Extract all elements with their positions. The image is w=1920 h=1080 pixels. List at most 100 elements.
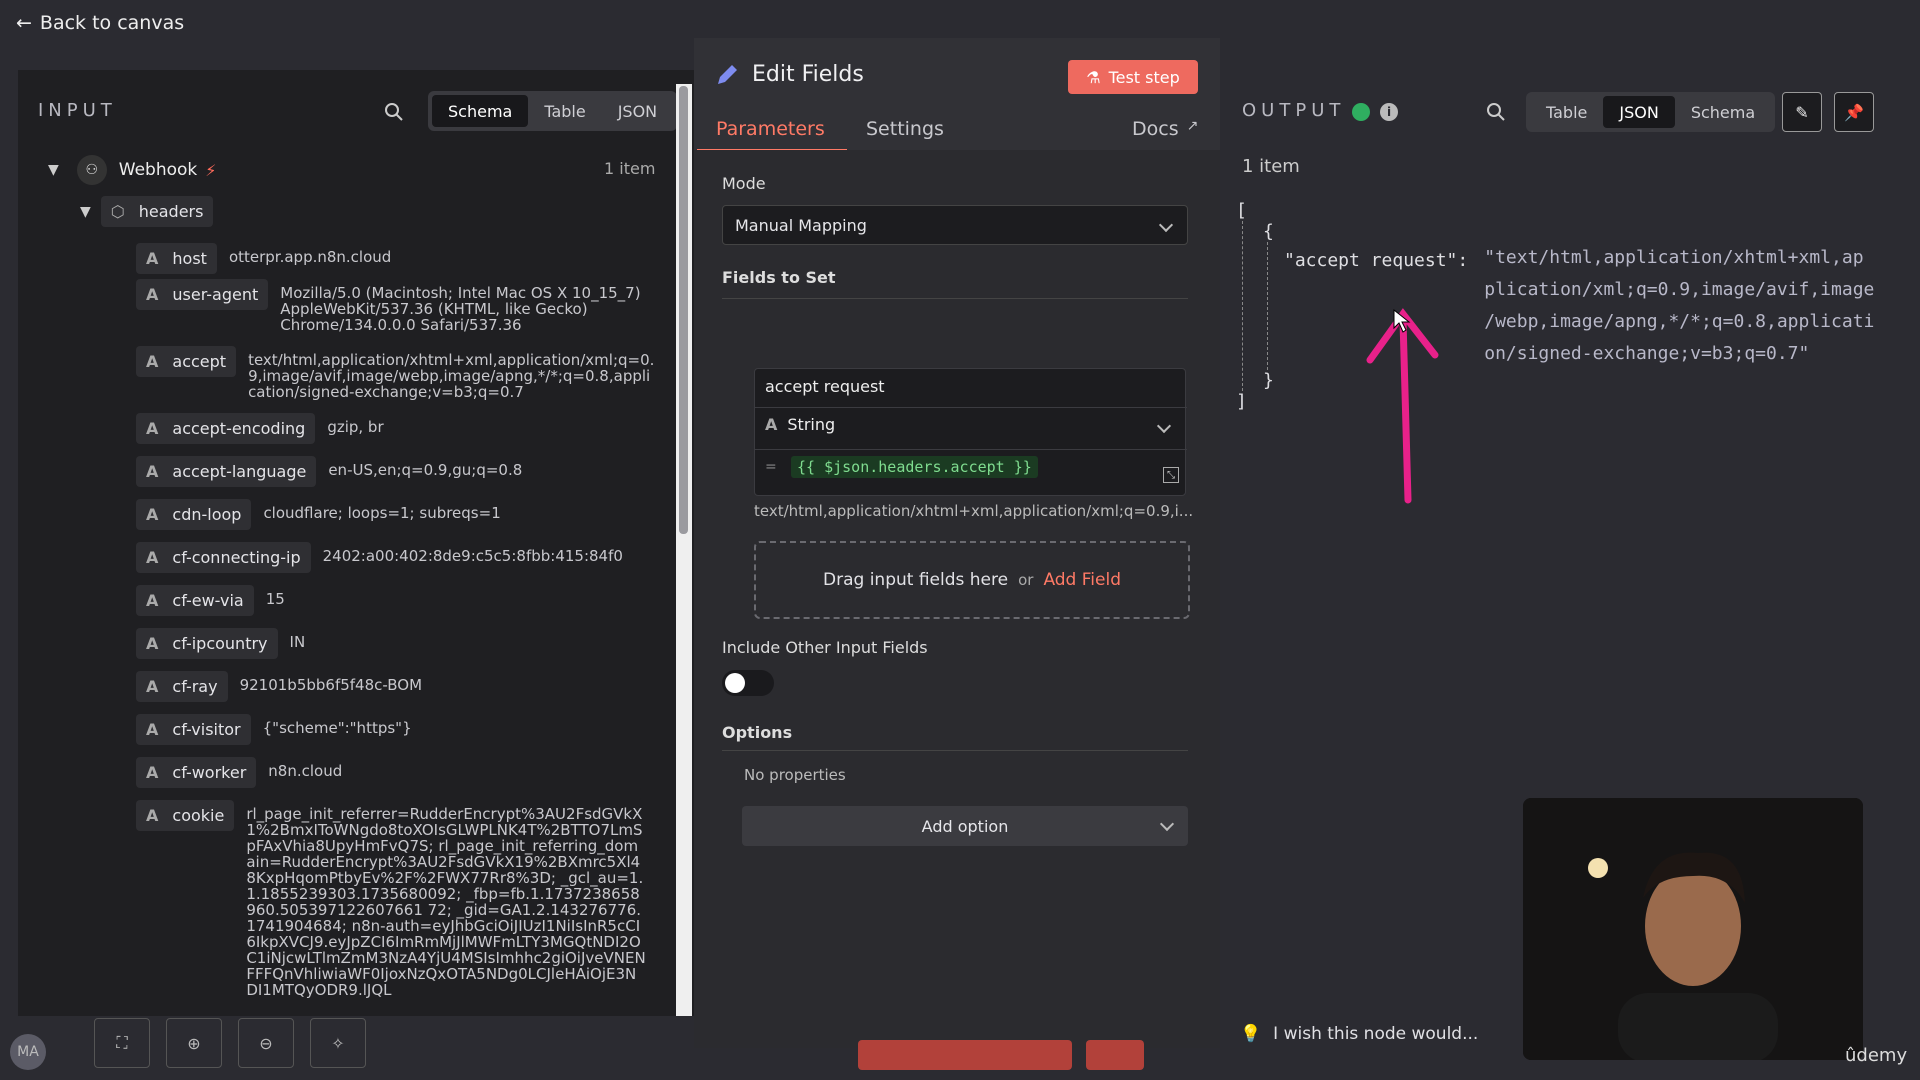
field-row[interactable]: Aaccept-encoding gzip, br (136, 413, 384, 444)
mode-select[interactable]: Manual Mapping (722, 205, 1188, 245)
field-pill[interactable]: Acf-visitor (136, 714, 251, 745)
field-value: text/html,application/xhtml+xml,applicat… (248, 351, 655, 401)
docs-label: Docs (1132, 118, 1179, 140)
field-key: cf-ray (172, 677, 218, 696)
field-value-expression[interactable]: {{ $json.headers.accept }} (791, 456, 1038, 478)
field-row[interactable]: Ahost otterpr.app.n8n.cloud (136, 243, 391, 274)
check-circle-icon (1352, 103, 1370, 121)
field-key: cf-connecting-ip (172, 548, 301, 567)
json-value-line: plication/xml;q=0.9,image/avif,image (1484, 279, 1875, 300)
broom-icon: ✧ (331, 1033, 345, 1053)
field-pill[interactable]: Auser-agent (136, 279, 269, 310)
field-row[interactable]: Auser-agent Mozilla/5.0 (Macintosh; Inte… (136, 279, 660, 333)
field-pill[interactable]: Acf-ew-via (136, 585, 254, 616)
field-pill[interactable]: Acf-worker (136, 757, 257, 788)
panel-header: Edit Fields ⚗ Test step Parameters Setti… (694, 38, 1220, 152)
zoom-in-icon: ⊕ (187, 1033, 201, 1053)
chevron-down-icon[interactable]: ▼ (80, 204, 91, 220)
field-row[interactable]: Acf-worker n8n.cloud (136, 757, 342, 788)
add-field-link[interactable]: Add Field (1043, 570, 1121, 590)
cursor-icon (1393, 308, 1411, 333)
string-type-icon: A (146, 505, 159, 524)
field-pill[interactable]: Aaccept (136, 346, 237, 377)
field-row[interactable]: Aaccept text/html,application/xhtml+xml,… (136, 346, 658, 400)
dropzone-text: Drag input fields here (823, 570, 1009, 590)
zoom-in-button[interactable]: ⊕ (166, 1018, 222, 1068)
field-key: accept-language (172, 462, 307, 481)
field-row[interactable]: Acookie rl_page_init_referrer=RudderEncr… (136, 800, 646, 998)
headers-pill[interactable]: ⬡ headers (100, 196, 214, 227)
back-to-canvas-button[interactable]: ← Back to canvas (16, 12, 184, 34)
tab-json[interactable]: JSON (1603, 96, 1675, 128)
field-key: cookie (172, 806, 225, 825)
output-title: OUTPUT (1242, 100, 1346, 121)
field-pill[interactable]: Acookie (136, 800, 235, 831)
search-icon[interactable] (1486, 102, 1506, 122)
field-pill[interactable]: Acdn-loop (136, 499, 252, 530)
tab-table[interactable]: Table (528, 95, 601, 127)
include-other-fields-toggle[interactable] (722, 670, 774, 696)
headers-group-row[interactable]: ▼ ⬡ headers (80, 196, 214, 227)
field-value: rl_page_init_referrer=RudderEncrypt%3AU2… (246, 805, 646, 999)
tab-schema[interactable]: Schema (1675, 96, 1771, 128)
zoom-out-icon: ⊖ (259, 1033, 273, 1053)
string-type-icon: A (146, 352, 159, 371)
string-type-icon: A (146, 720, 159, 739)
tab-schema[interactable]: Schema (432, 95, 529, 127)
field-pill[interactable]: Acf-ipcountry (136, 628, 278, 659)
tab-parameters[interactable]: Parameters (716, 118, 825, 140)
json-open-brace: { (1263, 221, 1274, 242)
field-pill[interactable]: Aaccept-encoding (136, 413, 316, 444)
tidy-up-button[interactable]: ✧ (310, 1018, 366, 1068)
field-row[interactable]: Acf-ipcountry IN (136, 628, 305, 659)
execute-button[interactable] (858, 1040, 1072, 1070)
field-row[interactable]: Acf-visitor {"scheme":"https"} (136, 714, 412, 745)
fullscreen-icon: ⛶ (116, 1033, 128, 1052)
json-value: "text/html,application/xhtml+xml,ap plic… (1484, 242, 1874, 370)
pin-data-button[interactable]: 📌 (1834, 92, 1874, 132)
field-row[interactable]: Aaccept-language en-US,en;q=0.9,gu;q=0.8 (136, 456, 522, 487)
field-row[interactable]: Acf-ray 92101b5bb6f5f48c-BOM (136, 671, 422, 702)
field-key: host (172, 249, 207, 268)
pencil-icon (718, 65, 737, 84)
json-open-bracket: [ (1236, 200, 1247, 221)
zoom-out-button[interactable]: ⊖ (238, 1018, 294, 1068)
field-row[interactable]: Acf-ew-via 15 (136, 585, 285, 616)
expand-icon[interactable]: ⤡ (1163, 467, 1179, 483)
output-item-count: 1 item (1242, 156, 1300, 177)
add-option-button[interactable]: Add option (742, 806, 1188, 846)
scrollbar-thumb[interactable] (679, 86, 688, 534)
field-value: Mozilla/5.0 (Macintosh; Intel Mac OS X 1… (280, 284, 641, 334)
json-value-line: "text/html,application/xhtml+xml,ap (1484, 247, 1864, 268)
dropzone-or: or (1018, 571, 1034, 589)
delete-button[interactable] (1086, 1040, 1144, 1070)
field-row[interactable]: Acdn-loop cloudflare; loops=1; subreqs=1 (136, 499, 501, 530)
field-type-select[interactable]: A String (765, 415, 1175, 434)
field-pill[interactable]: Acf-connecting-ip (136, 542, 311, 573)
avatar[interactable]: MA (10, 1034, 46, 1070)
field-value: 15 (265, 590, 285, 608)
docs-link[interactable]: Docs ↗ (1132, 118, 1198, 140)
tab-json[interactable]: JSON (602, 95, 673, 127)
parameters-body: Mode Manual Mapping Fields to Set accept… (694, 150, 1220, 1048)
tab-table[interactable]: Table (1530, 96, 1603, 128)
edit-output-button[interactable]: ✎ (1782, 92, 1822, 132)
webhook-node-row[interactable]: ▼ ⚇ Webhook ⚡ (48, 155, 217, 185)
test-step-button[interactable]: ⚗ Test step (1068, 60, 1198, 94)
fit-view-button[interactable]: ⛶ (94, 1018, 150, 1068)
field-key: cf-worker (172, 763, 247, 782)
field-pill[interactable]: Aaccept-language (136, 456, 317, 487)
search-icon[interactable] (384, 102, 404, 122)
info-icon[interactable]: i (1380, 103, 1398, 121)
field-pill[interactable]: Ahost (136, 243, 217, 274)
field-name-input[interactable]: accept request (765, 377, 885, 396)
udemy-watermark: ûdemy (1845, 1045, 1908, 1066)
chevron-down-icon[interactable]: ▼ (48, 162, 59, 178)
drop-zone[interactable]: Drag input fields here or Add Field (754, 541, 1190, 619)
field-pill[interactable]: Acf-ray (136, 671, 228, 702)
field-row[interactable]: Acf-connecting-ip 2402:a00:402:8de9:c5c5… (136, 542, 623, 573)
tab-settings[interactable]: Settings (866, 118, 944, 140)
string-type-icon: A (146, 591, 159, 610)
json-close-bracket: ] (1236, 391, 1247, 412)
feedback-hint[interactable]: 💡 I wish this node would... (1240, 1024, 1478, 1044)
